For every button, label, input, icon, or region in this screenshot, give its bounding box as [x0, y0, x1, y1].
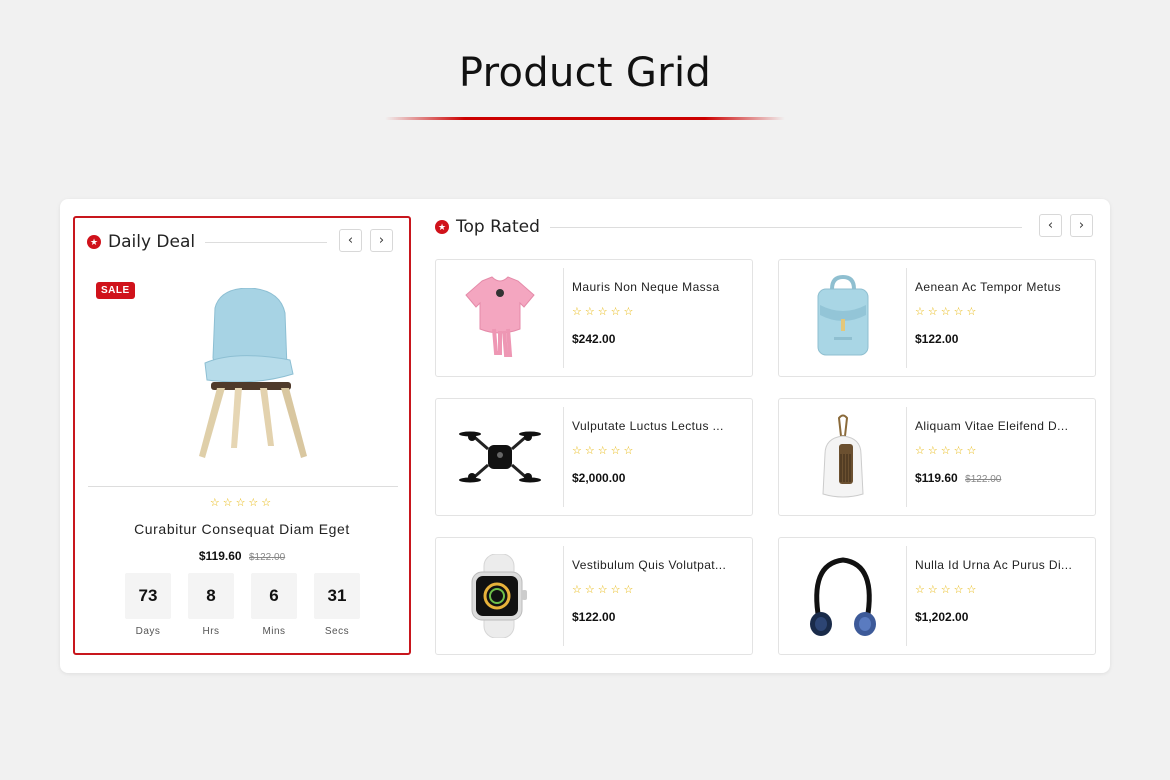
product-name[interactable]: Vestibulum Quis Volutpat... [572, 558, 744, 572]
product-old-price: $122.00 [965, 474, 1002, 485]
countdown-value: 6 [251, 573, 297, 619]
product-name[interactable]: Aliquam Vitae Eleifend D... [915, 419, 1087, 433]
countdown-seconds: 31 Secs [314, 573, 360, 637]
product-card[interactable]: Vestibulum Quis Volutpat... ☆☆☆☆☆ $122.0… [435, 537, 753, 655]
product-rating-stars: ☆☆☆☆☆ [915, 444, 980, 457]
product-rating-stars: ☆☆☆☆☆ [915, 583, 980, 596]
product-prices: $122.00 [572, 608, 618, 626]
chevron-left-icon[interactable]: ‹ [339, 229, 362, 252]
product-price: $242.00 [572, 332, 616, 346]
product-card[interactable]: Aliquam Vitae Eleifend D... ☆☆☆☆☆ $119.6… [778, 398, 1096, 516]
backpack-icon [817, 275, 868, 356]
product-name[interactable]: Aenean Ac Tempor Metus [915, 280, 1087, 294]
countdown-hours: 8 Hrs [188, 573, 234, 637]
header-divider [205, 241, 328, 243]
pink-top-icon [464, 276, 535, 357]
product-name[interactable]: Vulputate Luctus Lectus ... [572, 419, 744, 433]
header-divider [549, 226, 1022, 228]
deal-product-name[interactable]: Curabitur Consequat Diam Eget [75, 521, 409, 537]
star-badge-icon: ★ [87, 235, 101, 249]
neckband-speaker-icon [809, 557, 876, 636]
product-card[interactable]: Mauris Non Neque Massa ☆☆☆☆☆ $242.00 [435, 259, 753, 377]
product-separator [906, 546, 907, 646]
product-rating-stars: ☆☆☆☆☆ [915, 305, 980, 318]
daily-deal-title: Daily Deal [108, 232, 196, 252]
product-separator [906, 268, 907, 368]
product-prices: $2,000.00 [572, 469, 628, 487]
countdown-value: 31 [314, 573, 360, 619]
product-image[interactable] [436, 399, 563, 515]
product-price: $122.00 [915, 332, 959, 346]
product-separator [563, 268, 564, 368]
product-image[interactable] [436, 260, 563, 376]
chair-image[interactable] [175, 288, 325, 468]
deal-divider [88, 486, 398, 487]
product-image[interactable] [779, 399, 906, 515]
product-grid-card: ★ Daily Deal ‹ › SALE ☆☆☆☆☆ Curabitur Co… [60, 199, 1110, 673]
product-prices: $119.60 $122.00 [915, 469, 1001, 487]
top-rated-header: ★ Top Rated [435, 217, 1022, 237]
deal-prices: $119.60 $122.00 [75, 547, 409, 565]
chevron-left-icon[interactable]: ‹ [1039, 214, 1062, 237]
product-separator [906, 407, 907, 507]
countdown-label: Secs [324, 626, 350, 637]
countdown-timer: 73 Days 8 Hrs 6 Mins 31 Secs [125, 573, 360, 637]
product-rating-stars: ☆☆☆☆☆ [572, 305, 637, 318]
chevron-right-icon[interactable]: › [370, 229, 393, 252]
countdown-label: Mins [262, 626, 286, 637]
deal-old-price: $122.00 [249, 552, 286, 563]
product-rating-stars: ☆☆☆☆☆ [572, 444, 637, 457]
top-rated-title: Top Rated [456, 217, 540, 237]
product-card[interactable]: Aenean Ac Tempor Metus ☆☆☆☆☆ $122.00 [778, 259, 1096, 377]
daily-deal-header: ★ Daily Deal [87, 232, 328, 252]
dustpan-brush-icon [821, 414, 864, 498]
product-image[interactable] [436, 538, 563, 654]
product-name[interactable]: Mauris Non Neque Massa [572, 280, 744, 294]
product-price: $119.60 [915, 471, 958, 485]
smartwatch-icon [471, 554, 527, 638]
product-card[interactable]: Nulla Id Urna Ac Purus Di... ☆☆☆☆☆ $1,20… [778, 537, 1096, 655]
product-name[interactable]: Nulla Id Urna Ac Purus Di... [915, 558, 1087, 572]
product-price: $1,202.00 [915, 610, 969, 624]
countdown-minutes: 6 Mins [251, 573, 297, 637]
product-separator [563, 546, 564, 646]
deal-rating-stars: ☆☆☆☆☆ [209, 496, 275, 509]
product-prices: $1,202.00 [915, 608, 971, 626]
heading-underline [385, 117, 785, 120]
daily-deal-panel: ★ Daily Deal ‹ › SALE ☆☆☆☆☆ Curabitur Co… [73, 216, 411, 655]
star-badge-icon: ★ [435, 220, 449, 234]
chevron-right-icon[interactable]: › [1070, 214, 1093, 237]
page-title: Product Grid [458, 50, 712, 96]
countdown-value: 73 [125, 573, 171, 619]
product-price: $2,000.00 [572, 471, 626, 485]
countdown-label: Hrs [202, 626, 220, 637]
countdown-label: Days [135, 626, 161, 637]
countdown-days: 73 Days [125, 573, 171, 637]
drone-icon [458, 431, 541, 483]
product-prices: $242.00 [572, 330, 618, 348]
product-rating-stars: ☆☆☆☆☆ [572, 583, 637, 596]
product-prices: $122.00 [915, 330, 961, 348]
product-separator [563, 407, 564, 507]
product-image[interactable] [779, 538, 906, 654]
deal-price: $119.60 [198, 549, 242, 563]
product-image[interactable] [779, 260, 906, 376]
sale-badge: SALE [96, 282, 135, 299]
product-card[interactable]: Vulputate Luctus Lectus ... ☆☆☆☆☆ $2,000… [435, 398, 753, 516]
product-price: $122.00 [572, 610, 616, 624]
countdown-value: 8 [188, 573, 234, 619]
